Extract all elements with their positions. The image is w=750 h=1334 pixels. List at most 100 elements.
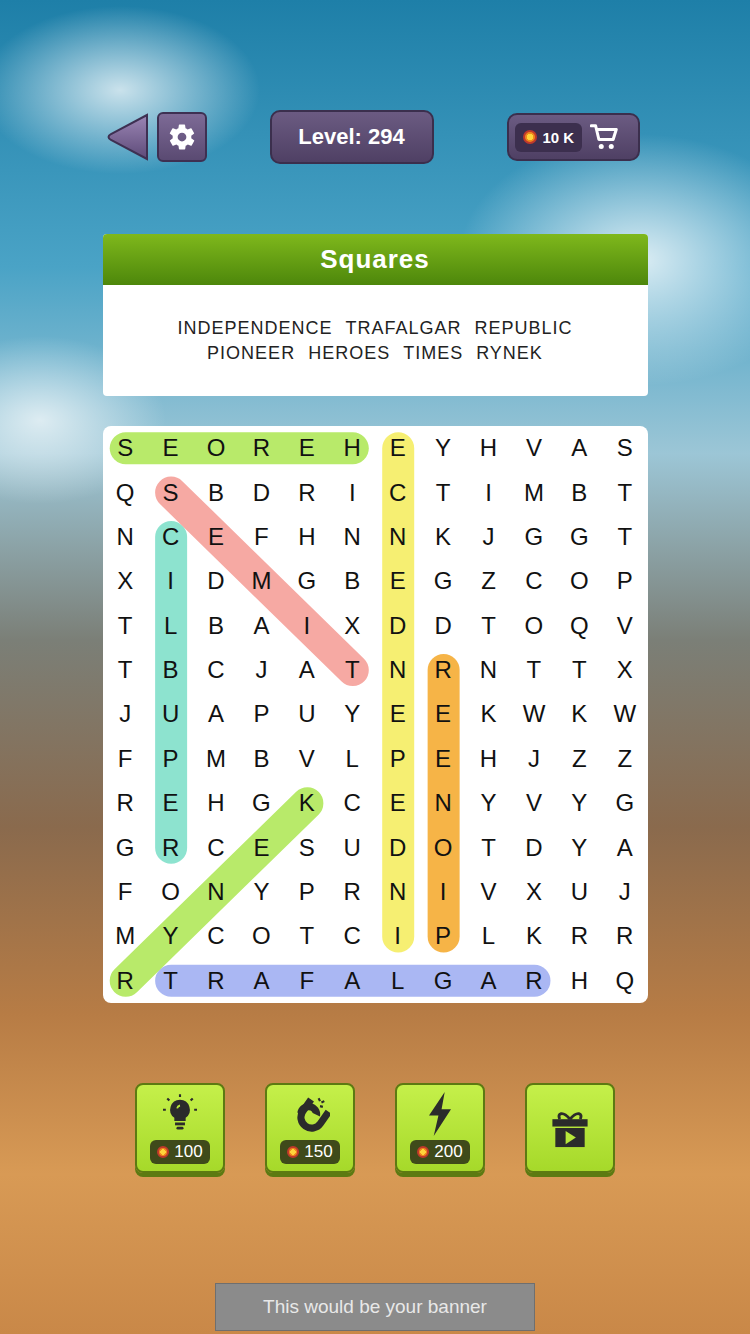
letter-cell[interactable]: L — [375, 959, 420, 1003]
letter-cell[interactable]: D — [420, 604, 465, 648]
letter-cell[interactable]: N — [330, 515, 375, 559]
letter-cell[interactable]: J — [511, 737, 556, 781]
letter-cell[interactable]: D — [511, 825, 556, 869]
letter-cell[interactable]: M — [239, 559, 284, 603]
letter-cell[interactable]: R — [557, 914, 602, 958]
letter-cell[interactable]: X — [103, 559, 148, 603]
letter-cell[interactable]: Y — [557, 825, 602, 869]
letter-cell[interactable]: N — [375, 515, 420, 559]
letter-cell[interactable]: J — [103, 692, 148, 736]
letter-cell[interactable]: E — [239, 825, 284, 869]
letter-cell[interactable]: T — [103, 604, 148, 648]
letter-cell[interactable]: G — [420, 959, 465, 1003]
letter-cell[interactable]: M — [103, 914, 148, 958]
letter-cell[interactable]: X — [330, 604, 375, 648]
letter-cell[interactable]: Y — [148, 914, 193, 958]
letter-cell[interactable]: A — [557, 426, 602, 470]
letter-cell[interactable]: F — [284, 959, 329, 1003]
letter-cell[interactable]: L — [148, 604, 193, 648]
letter-cell[interactable]: J — [239, 648, 284, 692]
letter-cell[interactable]: N — [375, 870, 420, 914]
letter-cell[interactable]: B — [148, 648, 193, 692]
letter-cell[interactable]: U — [148, 692, 193, 736]
letter-cell[interactable]: K — [466, 692, 511, 736]
letter-cell[interactable]: K — [420, 515, 465, 559]
letter-cell[interactable]: C — [193, 914, 238, 958]
letter-cell[interactable]: T — [557, 648, 602, 692]
letter-cell[interactable]: H — [466, 426, 511, 470]
booster-button[interactable]: 150 — [265, 1083, 355, 1173]
letter-cell[interactable]: Z — [466, 559, 511, 603]
letter-cell[interactable]: T — [284, 914, 329, 958]
letter-cell[interactable]: S — [148, 470, 193, 514]
letter-cell[interactable]: R — [148, 825, 193, 869]
booster-button[interactable]: 100 — [135, 1083, 225, 1173]
letter-cell[interactable]: E — [375, 692, 420, 736]
letter-cell[interactable]: P — [602, 559, 647, 603]
letter-cell[interactable]: A — [466, 959, 511, 1003]
letter-cell[interactable]: O — [420, 825, 465, 869]
letter-cell[interactable]: P — [148, 737, 193, 781]
letter-cell[interactable]: O — [511, 604, 556, 648]
letter-cell[interactable]: A — [239, 959, 284, 1003]
letter-cell[interactable]: V — [511, 781, 556, 825]
letter-cell[interactable]: B — [193, 604, 238, 648]
letter-cell[interactable]: U — [284, 692, 329, 736]
letter-cell[interactable]: Z — [602, 737, 647, 781]
letter-cell[interactable]: X — [511, 870, 556, 914]
letter-cell[interactable]: E — [420, 692, 465, 736]
letter-cell[interactable]: F — [239, 515, 284, 559]
letter-cell[interactable]: G — [239, 781, 284, 825]
letter-cell[interactable]: T — [602, 515, 647, 559]
letter-cell[interactable]: D — [193, 559, 238, 603]
letter-cell[interactable]: G — [602, 781, 647, 825]
letter-cell[interactable]: I — [466, 470, 511, 514]
letter-cell[interactable]: N — [375, 648, 420, 692]
letter-cell[interactable]: G — [420, 559, 465, 603]
letter-cell[interactable]: S — [284, 825, 329, 869]
letter-cell[interactable]: R — [602, 914, 647, 958]
letter-cell[interactable]: R — [103, 781, 148, 825]
letter-cell[interactable]: U — [557, 870, 602, 914]
letter-cell[interactable]: C — [193, 648, 238, 692]
letter-cell[interactable]: X — [602, 648, 647, 692]
letter-cell[interactable]: N — [420, 781, 465, 825]
letter-cell[interactable]: O — [193, 426, 238, 470]
letter-cell[interactable]: O — [557, 559, 602, 603]
letter-cell[interactable]: E — [148, 426, 193, 470]
letter-cell[interactable]: U — [330, 825, 375, 869]
letter-cell[interactable]: C — [330, 781, 375, 825]
letter-cell[interactable]: T — [511, 648, 556, 692]
settings-button[interactable] — [157, 112, 207, 162]
letter-cell[interactable]: C — [511, 559, 556, 603]
letter-cell[interactable]: O — [148, 870, 193, 914]
letter-cell[interactable]: E — [375, 781, 420, 825]
letter-cell[interactable]: I — [330, 470, 375, 514]
letter-cell[interactable]: I — [375, 914, 420, 958]
letter-cell[interactable]: T — [330, 648, 375, 692]
booster-button[interactable] — [525, 1083, 615, 1173]
letter-cell[interactable]: I — [284, 604, 329, 648]
letter-cell[interactable]: E — [284, 426, 329, 470]
letter-cell[interactable]: N — [193, 870, 238, 914]
letter-cell[interactable]: M — [193, 737, 238, 781]
letter-cell[interactable]: G — [103, 825, 148, 869]
letter-cell[interactable]: O — [239, 914, 284, 958]
letter-cell[interactable]: A — [284, 648, 329, 692]
letter-cell[interactable]: A — [330, 959, 375, 1003]
letter-cell[interactable]: T — [420, 470, 465, 514]
letter-cell[interactable]: N — [466, 648, 511, 692]
letter-cell[interactable]: C — [148, 515, 193, 559]
letter-cell[interactable]: S — [103, 426, 148, 470]
letter-cell[interactable]: G — [284, 559, 329, 603]
letter-cell[interactable]: H — [330, 426, 375, 470]
letter-cell[interactable]: P — [239, 692, 284, 736]
letter-cell[interactable]: B — [193, 470, 238, 514]
letter-cell[interactable]: R — [511, 959, 556, 1003]
letter-cell[interactable]: R — [330, 870, 375, 914]
booster-button[interactable]: 200 — [395, 1083, 485, 1173]
letter-cell[interactable]: S — [602, 426, 647, 470]
letter-cell[interactable]: L — [466, 914, 511, 958]
letter-grid[interactable]: SEOREHEYHVASQSBDRICTIMBTNCEFHNNKJGGTXIDM… — [103, 426, 648, 1003]
letter-cell[interactable]: Q — [103, 470, 148, 514]
